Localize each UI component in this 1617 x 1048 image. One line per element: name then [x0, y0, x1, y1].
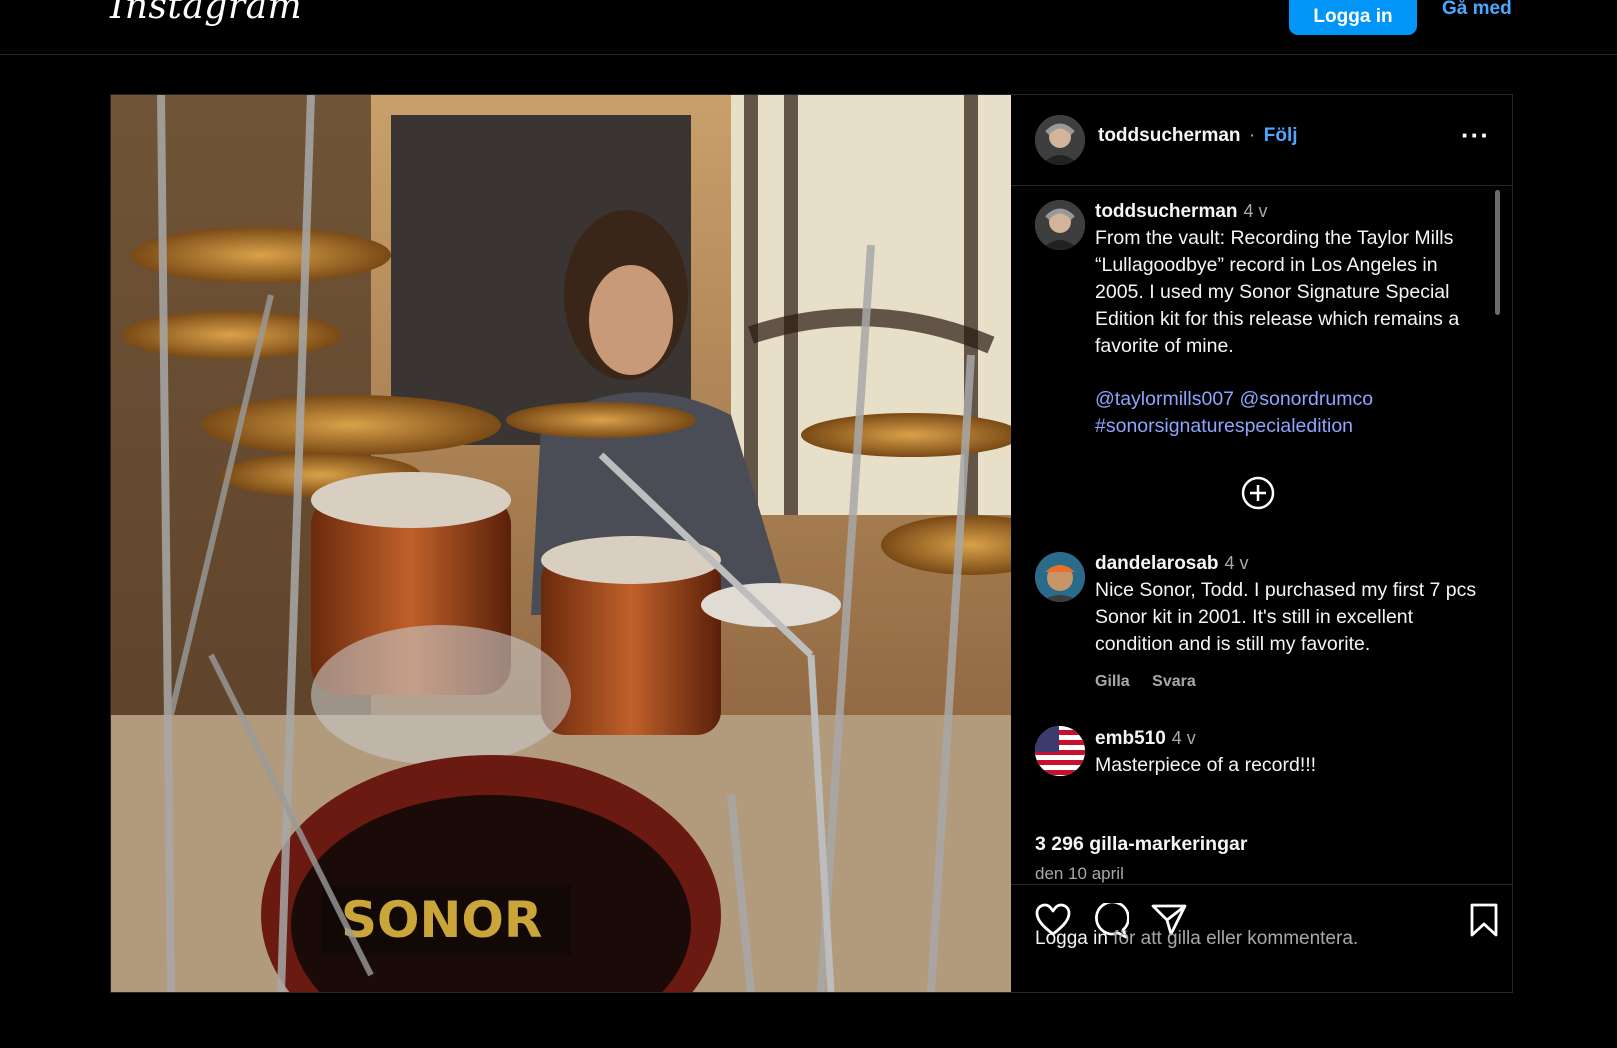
commenter-avatar[interactable]: [1035, 552, 1085, 602]
avatar-image: [1035, 115, 1085, 165]
comment-username[interactable]: emb510: [1095, 728, 1166, 749]
bookmark-icon[interactable]: [1469, 903, 1499, 937]
mention-link[interactable]: @taylormills007: [1095, 388, 1234, 410]
caption-avatar[interactable]: [1035, 200, 1085, 250]
comment-text: Nice Sonor, Todd. I purchased my first 7…: [1095, 579, 1477, 655]
post-photo: SONOR: [111, 95, 1011, 992]
post-date[interactable]: den 10 april: [1035, 864, 1124, 884]
login-prompt: Logga in för att gilla eller kommentera.: [1035, 928, 1358, 950]
login-link[interactable]: Logga in: [1035, 928, 1108, 949]
post-header: toddsucherman · Följ ···: [1011, 95, 1512, 186]
comment-time[interactable]: 4 v: [1225, 553, 1249, 573]
comment-actions: Gilla Svara: [1095, 668, 1490, 695]
login-button[interactable]: Logga in: [1289, 0, 1417, 35]
login-prompt-text: för att gilla eller kommentera.: [1107, 928, 1359, 949]
hashtag-link[interactable]: #sonorsignaturespecialedition: [1095, 413, 1490, 440]
post-side-panel: toddsucherman · Följ ··· toddsucherman 4 …: [1011, 95, 1512, 992]
comment-text: Masterpiece of a record!!!: [1095, 754, 1317, 776]
comment-item: dandelarosab 4 v Nice Sonor, Todd. I purc…: [1095, 550, 1490, 695]
caption: toddsucherman 4 v From the vault: Recordi…: [1095, 198, 1490, 440]
caption-time[interactable]: 4 v: [1244, 201, 1268, 221]
post-card: SONOR toddsucherman · Följ ··· toddsuche…: [110, 94, 1513, 993]
caption-username[interactable]: toddsucherman: [1095, 201, 1238, 222]
avatar-image: [1035, 200, 1085, 250]
post-author-line: toddsucherman · Följ: [1098, 125, 1298, 147]
comments-scrollbar[interactable]: [1495, 190, 1500, 315]
plus-circle-icon[interactable]: [1241, 476, 1275, 510]
mention-link[interactable]: @sonordrumco: [1239, 388, 1373, 410]
flag-avatar-image: [1035, 726, 1085, 776]
drum-kit-photo: SONOR: [111, 95, 1011, 992]
avatar[interactable]: [1035, 115, 1085, 165]
comment-time[interactable]: 4 v: [1172, 728, 1196, 748]
join-link[interactable]: Gå med: [1442, 0, 1512, 20]
instagram-logo[interactable]: Instagram: [110, 0, 302, 27]
avatar-image: [1035, 552, 1085, 602]
reply-button[interactable]: Svara: [1152, 673, 1196, 690]
comment-username[interactable]: dandelarosab: [1095, 553, 1219, 574]
separator-dot: ·: [1248, 125, 1256, 146]
like-comment-button[interactable]: Gilla: [1095, 673, 1130, 690]
commenter-avatar[interactable]: [1035, 726, 1085, 776]
top-navigation-bar: Instagram Logga in Gå med: [0, 0, 1617, 55]
likes-count[interactable]: 3 296 gilla-markeringar: [1035, 833, 1247, 856]
follow-button[interactable]: Följ: [1264, 125, 1298, 146]
author-username[interactable]: toddsucherman: [1098, 125, 1241, 146]
caption-text: From the vault: Recording the Taylor Mil…: [1095, 227, 1460, 357]
comment-item: emb510 4 v Masterpiece of a record!!!: [1095, 725, 1490, 779]
bass-drum-brand-text: SONOR: [341, 891, 542, 949]
comments-section[interactable]: toddsucherman 4 v From the vault: Recordi…: [1011, 186, 1512, 885]
more-icon[interactable]: ···: [1461, 122, 1490, 148]
